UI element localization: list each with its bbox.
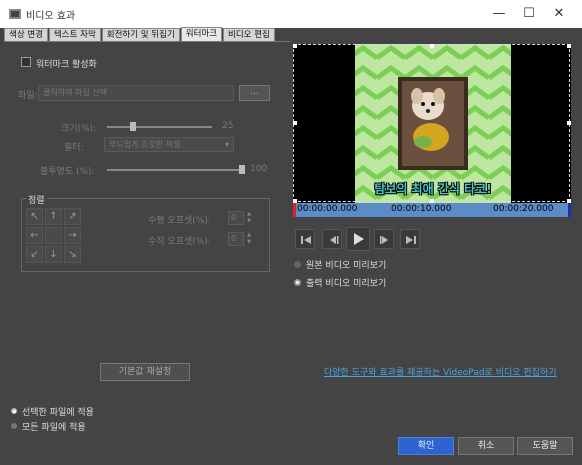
- timeline-bar[interactable]: 00:00:00.000 00:00:10.000 00:00:20.000: [293, 203, 571, 217]
- step-forward-button[interactable]: [374, 229, 394, 249]
- size-label: 크기(%):: [61, 124, 97, 134]
- apply-selected-radio[interactable]: [11, 408, 17, 414]
- resize-handle-l[interactable]: [293, 121, 297, 125]
- v-offset-label: 수직 오프셋(%):: [148, 237, 211, 247]
- watermark-enable-label: 워터마크 활성화: [36, 60, 97, 70]
- align-center-button[interactable]: [45, 227, 62, 244]
- close-button[interactable]: ✕: [550, 5, 568, 23]
- video-preview[interactable]: 탐보의 최애 간식 타코!: [293, 44, 571, 203]
- align-right-button[interactable]: →: [64, 227, 81, 244]
- chevron-down-icon: ▾: [224, 140, 229, 149]
- original-preview-label: 원본 비디오 미리보기: [306, 261, 387, 271]
- filter-select-value: 부드럽게 흐릿한 픽셀: [109, 140, 181, 149]
- tab-bar: 색상 변경 텍스트 자막 회전하기 및 뒤집기 워터마크 비디오 편집: [4, 27, 276, 42]
- opacity-slider-thumb[interactable]: [239, 165, 245, 174]
- timeline-start-marker[interactable]: [293, 203, 296, 217]
- title-bar: 비디오 효과 — ☐ ✕: [0, 0, 582, 28]
- output-preview-radio[interactable]: [294, 279, 301, 286]
- filter-label: 필터:: [64, 143, 84, 153]
- window-title: 비디오 효과: [26, 11, 76, 22]
- reset-defaults-button[interactable]: 기본값 재설정: [100, 363, 190, 381]
- align-bottom-button[interactable]: ↓: [45, 246, 62, 263]
- resize-handle-tr[interactable]: [567, 44, 571, 48]
- tab-color-change[interactable]: 색상 변경: [4, 28, 48, 42]
- opacity-slider-track: [107, 169, 242, 171]
- step-back-icon: [330, 236, 339, 244]
- tab-rotate-flip[interactable]: 회전하기 및 뒤집기: [101, 28, 180, 42]
- opacity-value: 100: [250, 164, 268, 174]
- h-offset-label: 수평 오프셋(%):: [148, 216, 211, 226]
- ok-button[interactable]: 확인: [398, 437, 454, 455]
- apply-all-label: 모든 파일에 적용: [22, 423, 86, 433]
- align-bottom-left-button[interactable]: ↙: [26, 246, 43, 263]
- cancel-button[interactable]: 취소: [458, 437, 514, 455]
- tab-divider: [4, 41, 290, 42]
- timeline-end-time: 00:00:20.000: [493, 204, 554, 214]
- output-preview-label: 출력 비디오 미리보기: [306, 279, 387, 289]
- apply-selected-label: 선택한 파일에 적용: [22, 408, 94, 418]
- filter-select[interactable]: 부드럽게 흐릿한 픽셀 ▾: [104, 137, 234, 152]
- tab-video-edit[interactable]: 비디오 편집: [223, 28, 275, 42]
- v-offset-spinner-icon[interactable]: ▲ ▼: [244, 232, 254, 246]
- size-slider-track: [107, 126, 212, 128]
- minimize-button[interactable]: —: [490, 5, 508, 23]
- maximize-button[interactable]: ☐: [520, 5, 538, 23]
- timeline-end-marker[interactable]: [568, 203, 571, 217]
- step-forward-icon: [380, 236, 388, 244]
- timeline-mid-time: 00:00:10.000: [391, 204, 452, 214]
- timeline-start-time: 00:00:00.000: [297, 204, 358, 214]
- watermark-bounding-box[interactable]: [293, 44, 570, 202]
- h-offset-spinner-icon[interactable]: ▲ ▼: [244, 211, 254, 225]
- play-icon: [354, 233, 364, 245]
- watermark-enable-checkbox[interactable]: [21, 57, 31, 67]
- size-slider-thumb[interactable]: [130, 122, 137, 131]
- resize-handle-r[interactable]: [567, 121, 571, 125]
- skip-to-end-button[interactable]: [400, 229, 420, 249]
- file-input[interactable]: 클릭하여 파일 선택: [38, 85, 234, 101]
- h-offset-input[interactable]: 0: [228, 211, 244, 225]
- resize-handle-tl[interactable]: [293, 44, 297, 48]
- size-value: 25: [222, 121, 234, 131]
- align-top-button[interactable]: ↑: [45, 208, 62, 225]
- play-button[interactable]: [346, 227, 370, 251]
- file-label: 파일:: [18, 91, 38, 101]
- skip-to-start-button[interactable]: [295, 229, 315, 249]
- original-preview-radio[interactable]: [294, 261, 301, 268]
- help-button[interactable]: 도움말: [517, 437, 573, 455]
- apply-all-radio[interactable]: [11, 423, 17, 429]
- v-offset-input[interactable]: 0: [228, 232, 244, 246]
- skip-start-icon: [301, 236, 311, 244]
- tab-watermark[interactable]: 워터마크: [180, 27, 223, 42]
- align-left-button[interactable]: ←: [26, 227, 43, 244]
- align-bottom-right-button[interactable]: ↘: [64, 246, 81, 263]
- resize-handle-t[interactable]: [430, 44, 434, 48]
- videopad-link[interactable]: 다양한 도구와 효과를 제공하는 VideoPad로 비디오 편집하기: [324, 365, 557, 378]
- app-icon: [9, 9, 21, 19]
- opacity-label: 불투명도 (%):: [40, 167, 95, 177]
- align-top-right-button[interactable]: ↗: [64, 208, 81, 225]
- skip-end-icon: [406, 236, 416, 244]
- alignment-group-label: 정렬: [26, 193, 47, 206]
- tab-text-caption[interactable]: 텍스트 자막: [48, 28, 101, 42]
- browse-button[interactable]: ...: [239, 85, 270, 101]
- step-back-button[interactable]: [322, 229, 342, 249]
- align-top-left-button[interactable]: ↖: [26, 208, 43, 225]
